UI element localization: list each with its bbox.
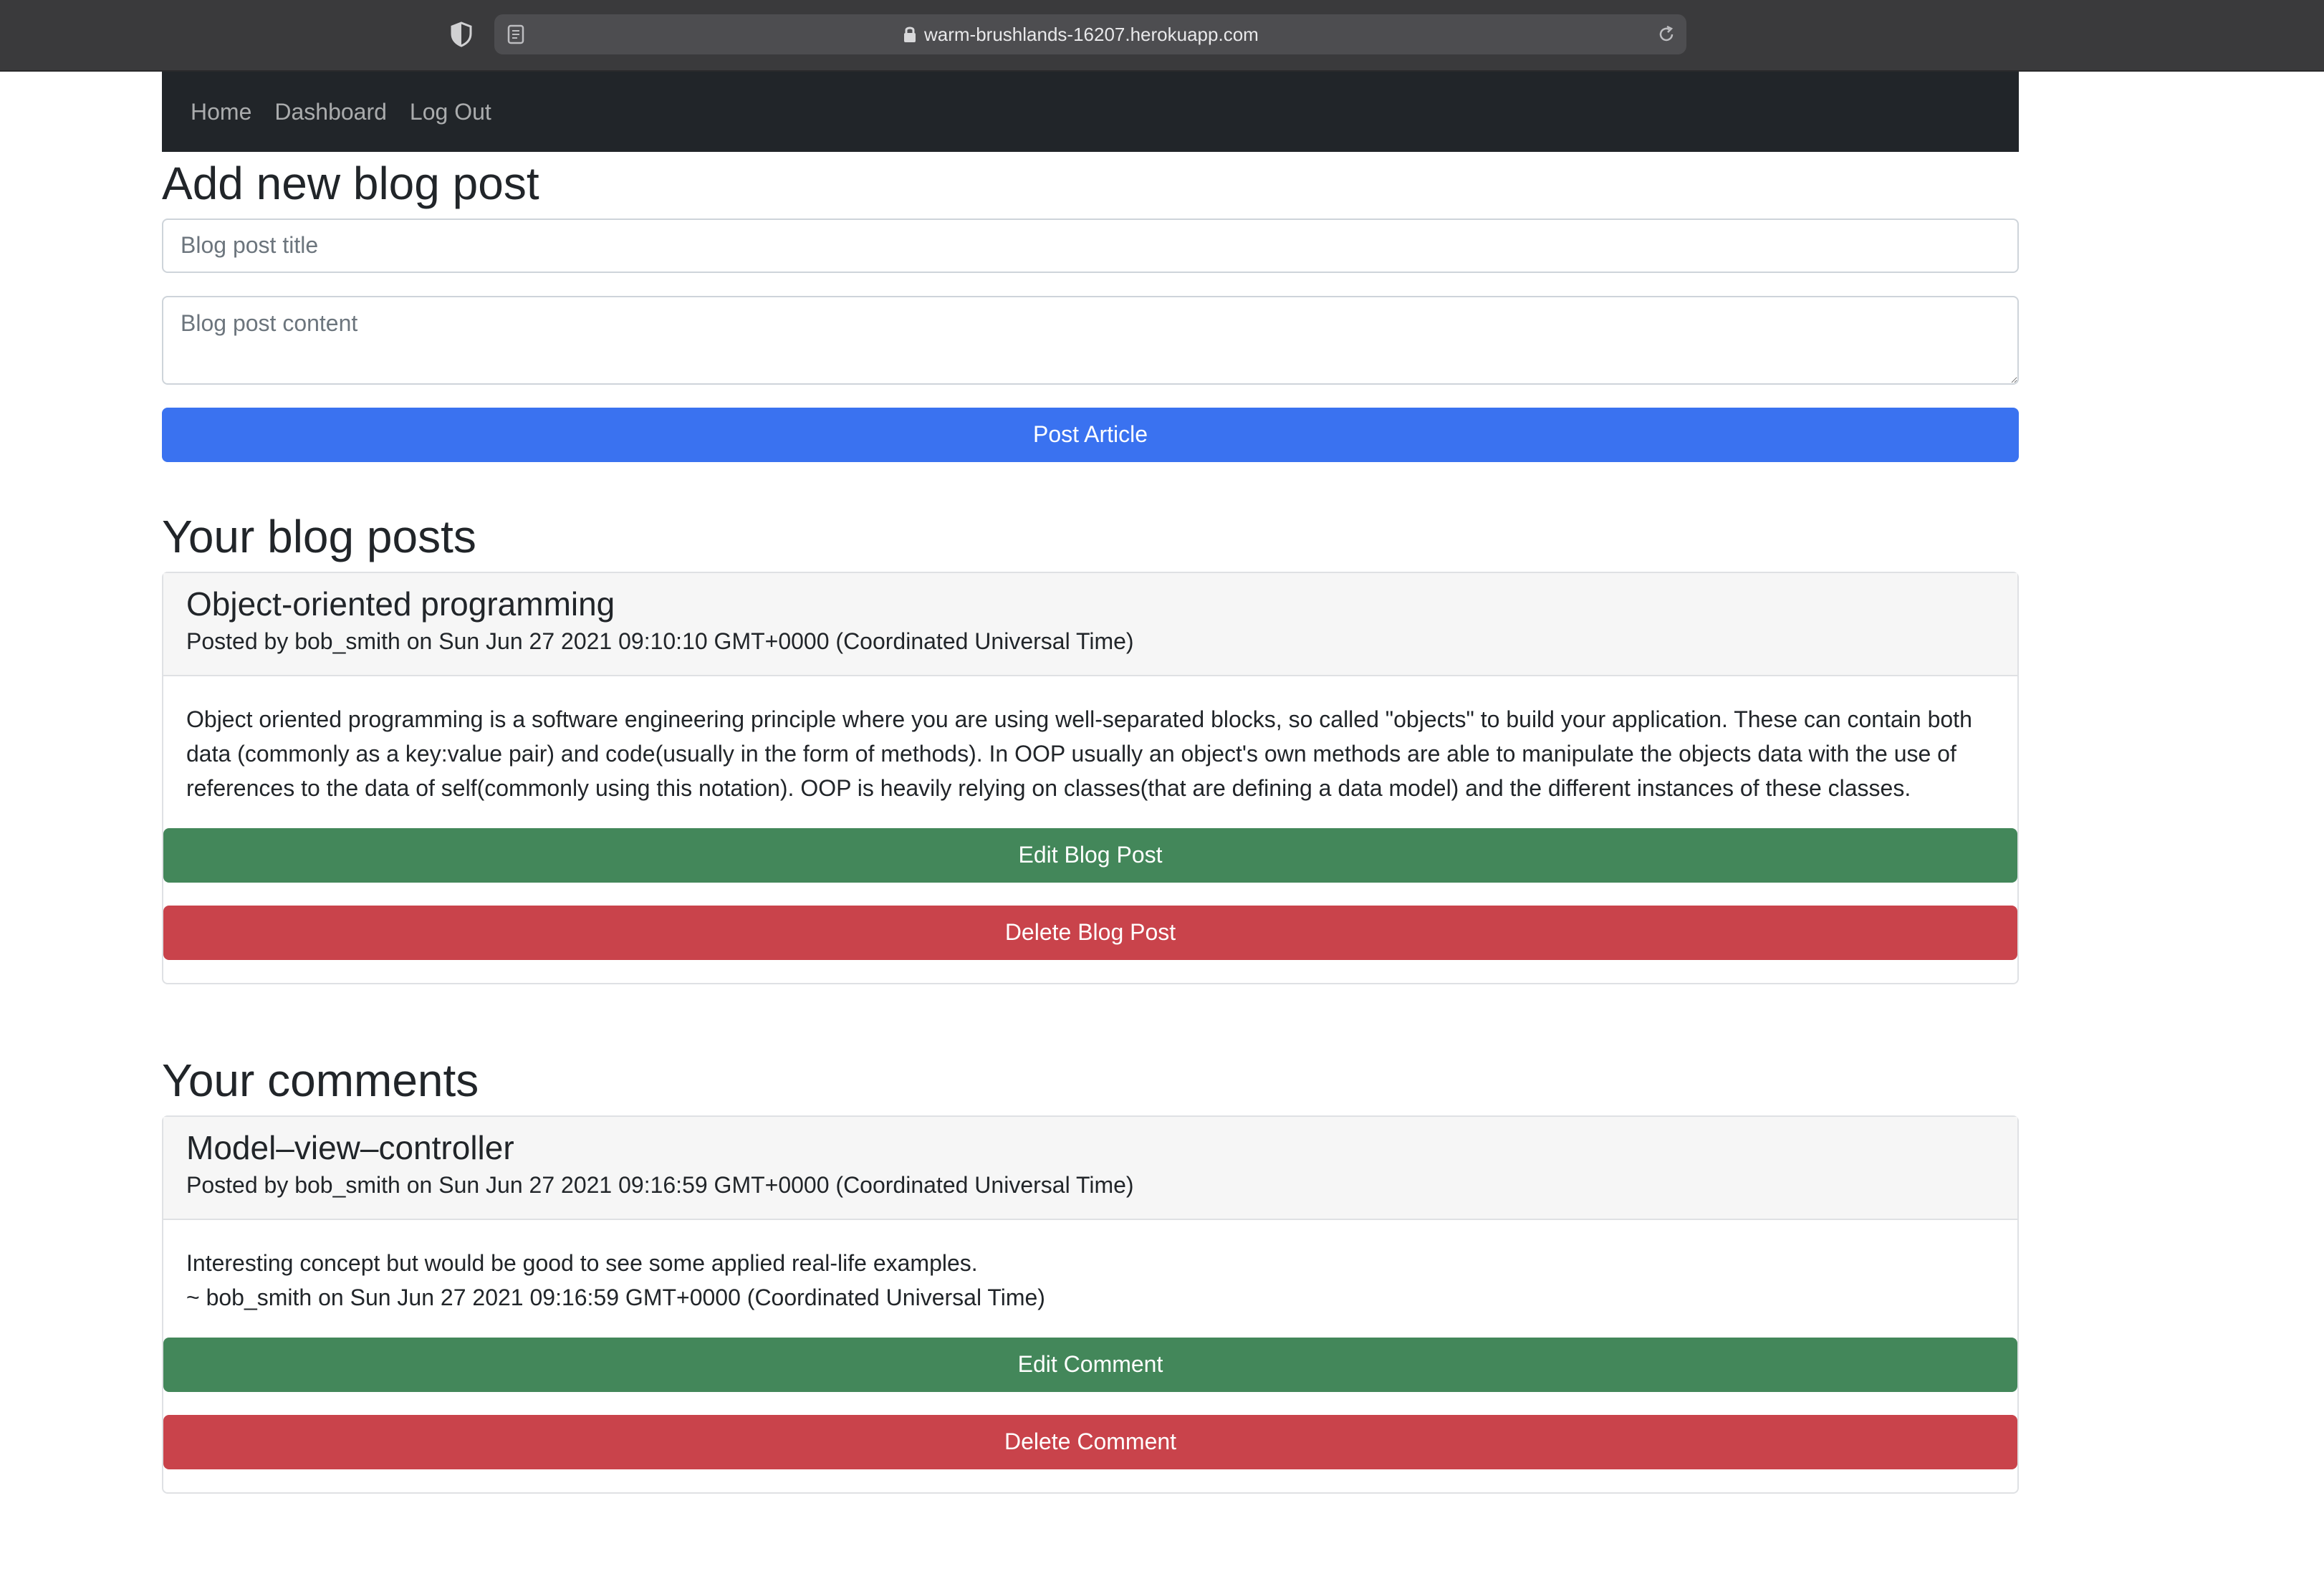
edit-comment-button[interactable]: Edit Comment <box>163 1337 2017 1392</box>
blog-post-actions: Edit Blog Post Delete Blog Post <box>163 805 2017 983</box>
comment-post-title: Model–view–controller <box>186 1128 514 1166</box>
comment-body: Interesting concept but would be good to… <box>163 1220 2017 1315</box>
comment-text: Interesting concept but would be good to… <box>186 1249 978 1276</box>
reload-icon[interactable] <box>1656 24 1676 44</box>
blog-post-card: Object-oriented programming Posted by bo… <box>162 571 2019 984</box>
shield-icon[interactable] <box>450 21 473 47</box>
nav-logout-link[interactable]: Log Out <box>410 99 491 125</box>
navbar: Home Dashboard Log Out <box>162 72 2019 152</box>
page-title: Add new blog post <box>162 158 539 209</box>
comment-post-meta: Posted by bob_smith on Sun Jun 27 2021 0… <box>186 1171 1134 1198</box>
url-text: warm-brushlands-16207.herokuapp.com <box>924 24 1259 45</box>
lock-icon <box>903 25 917 44</box>
comment-byline: ~ bob_smith on Sun Jun 27 2021 09:16:59 … <box>186 1284 1045 1310</box>
blog-post-title: Object-oriented programming <box>186 585 615 623</box>
browser-toolbar: warm-brushlands-16207.herokuapp.com <box>0 0 2324 72</box>
comment-card: Model–view–controller Posted by bob_smit… <box>162 1115 2019 1494</box>
comment-card-header: Model–view–controller Posted by bob_smit… <box>163 1116 2017 1220</box>
post-content-textarea[interactable] <box>162 295 2019 385</box>
post-title-input[interactable] <box>162 218 2019 273</box>
new-post-form: Post Article <box>162 218 2019 462</box>
address-bar[interactable]: warm-brushlands-16207.herokuapp.com <box>494 14 1686 54</box>
blog-post-card-header: Object-oriented programming Posted by bo… <box>163 572 2017 676</box>
comments-heading: Your comments <box>162 1054 479 1106</box>
blog-post-meta: Posted by bob_smith on Sun Jun 27 2021 0… <box>186 628 1134 654</box>
nav-home-link[interactable]: Home <box>191 99 251 125</box>
blog-post-body: Object oriented programming is a softwar… <box>186 706 1972 801</box>
nav-dashboard-link[interactable]: Dashboard <box>274 99 387 125</box>
delete-blog-post-button[interactable]: Delete Blog Post <box>163 905 2017 960</box>
comment-actions: Edit Comment Delete Comment <box>163 1315 2017 1492</box>
reader-mode-icon[interactable] <box>507 24 524 44</box>
delete-comment-button[interactable]: Delete Comment <box>163 1414 2017 1469</box>
page-container: Home Dashboard Log Out Add new blog post… <box>162 72 2019 1494</box>
blog-posts-heading: Your blog posts <box>162 510 476 562</box>
edit-blog-post-button[interactable]: Edit Blog Post <box>163 827 2017 883</box>
post-article-button[interactable]: Post Article <box>162 407 2019 462</box>
